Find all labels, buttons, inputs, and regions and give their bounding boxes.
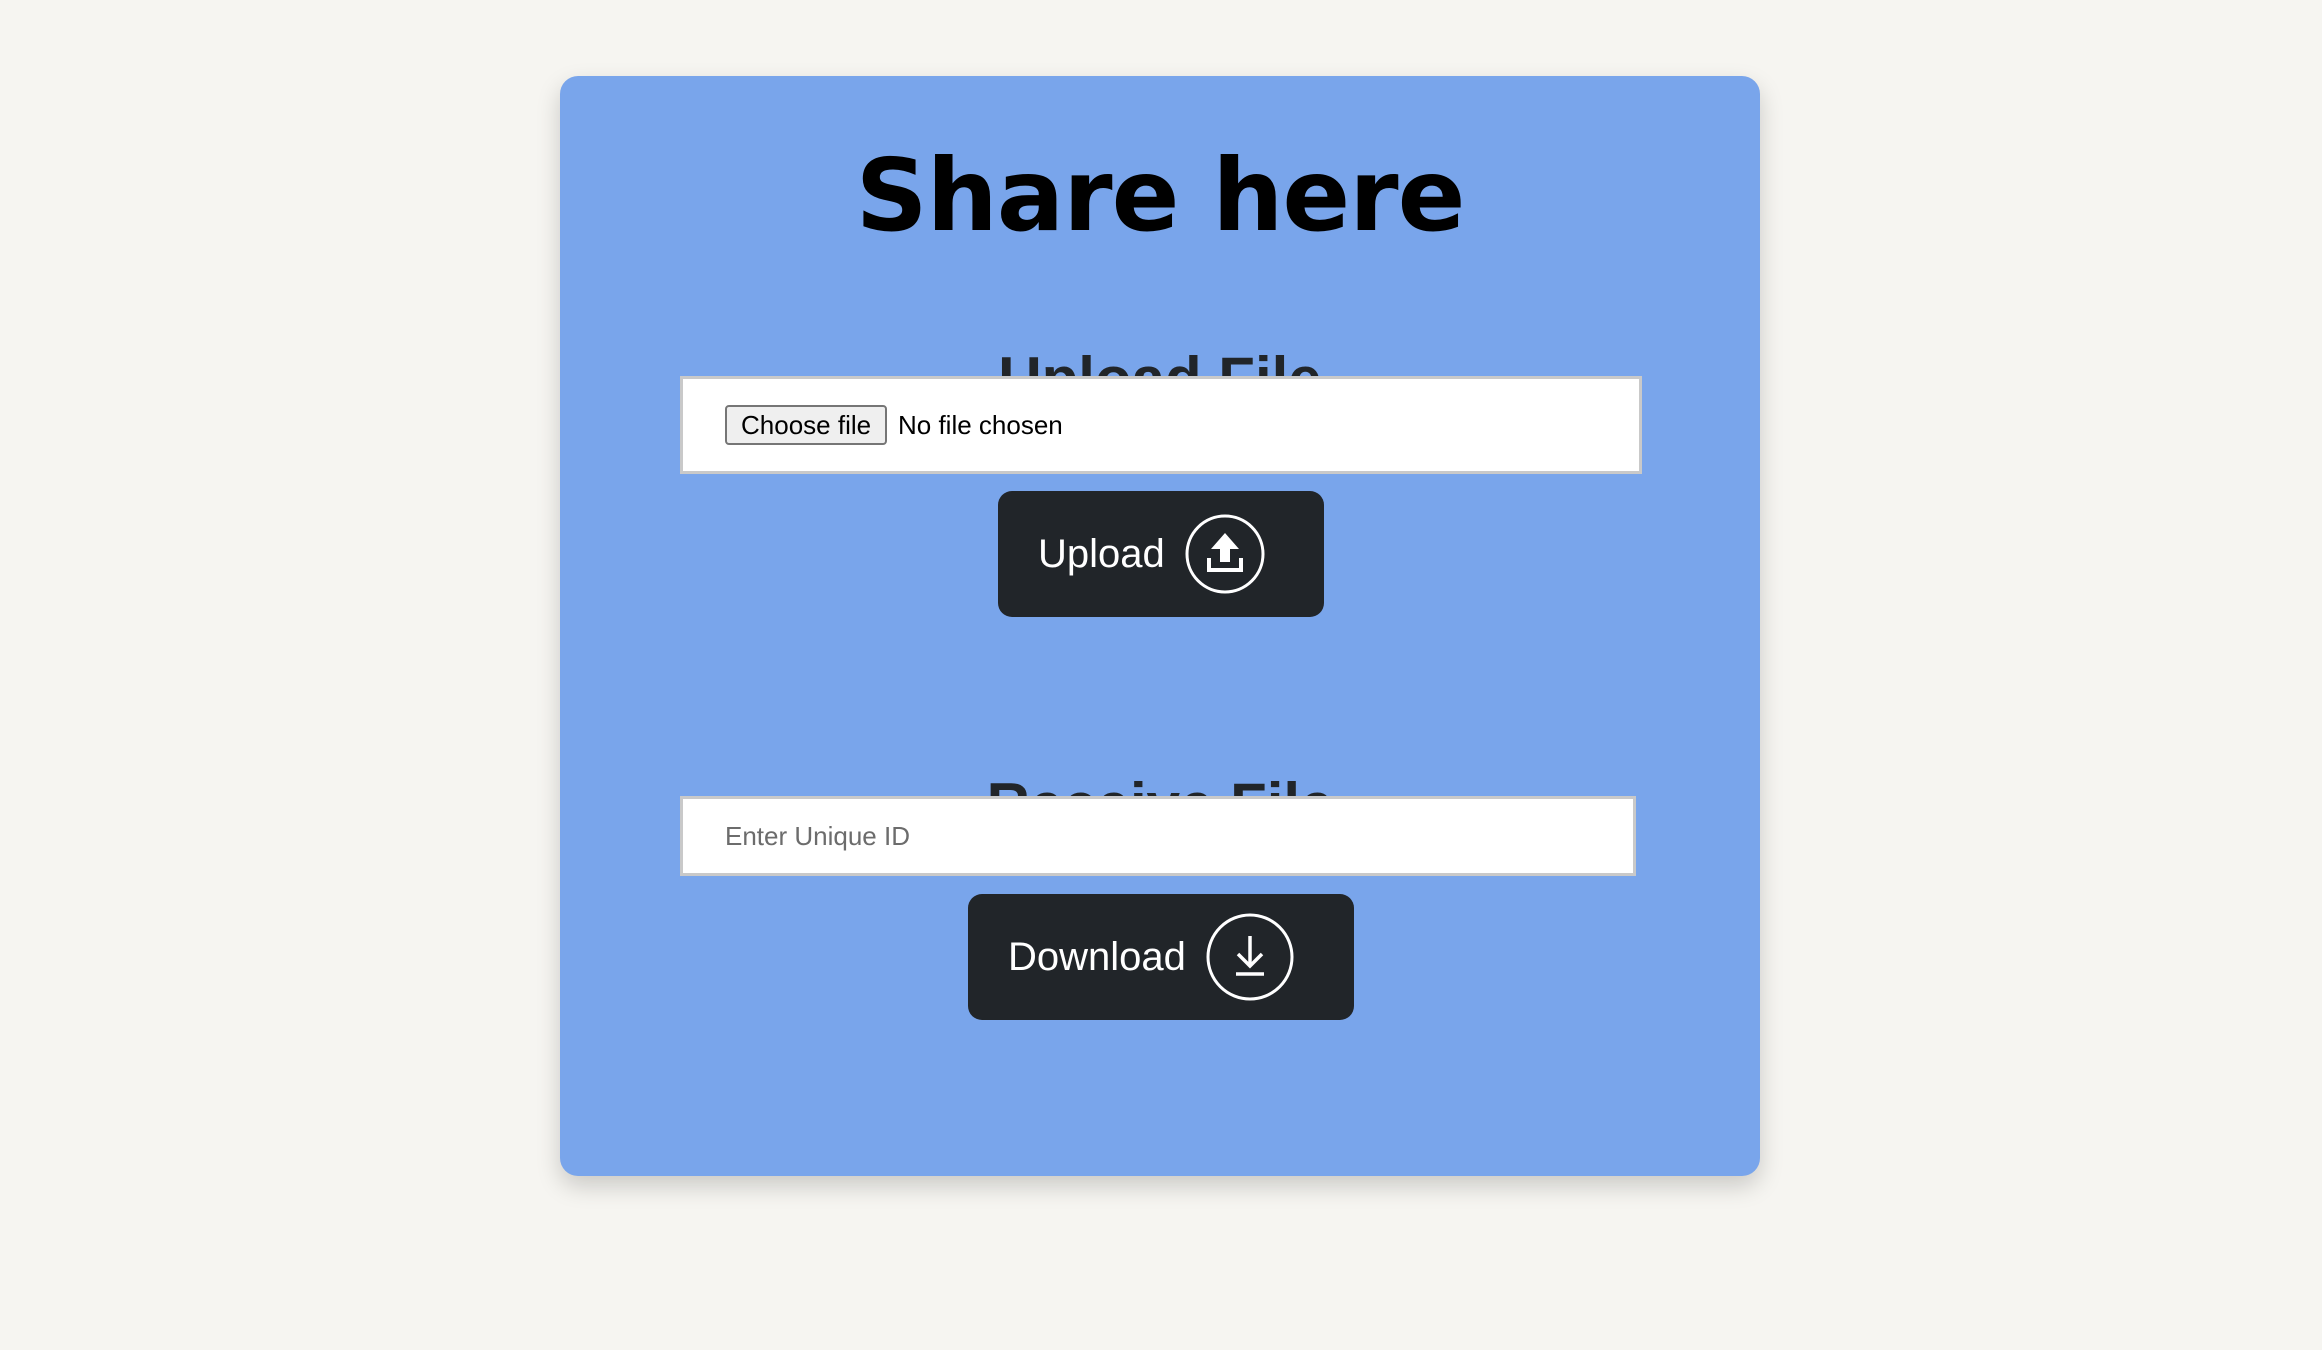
- download-button[interactable]: Download: [968, 894, 1354, 1020]
- unique-id-input[interactable]: [680, 796, 1636, 876]
- download-icon: [1206, 913, 1294, 1001]
- share-card: Share here Upload File Choose file No fi…: [560, 76, 1760, 1176]
- file-picker[interactable]: Choose file No file chosen: [680, 376, 1642, 474]
- page-title: Share here: [855, 137, 1466, 254]
- upload-button[interactable]: Upload: [998, 491, 1324, 617]
- download-button-label: Download: [1008, 935, 1186, 979]
- upload-icon: [1185, 514, 1265, 594]
- upload-button-label: Upload: [1038, 532, 1165, 576]
- choose-file-button[interactable]: Choose file: [725, 405, 888, 445]
- file-status: No file chosen: [898, 410, 1063, 440]
